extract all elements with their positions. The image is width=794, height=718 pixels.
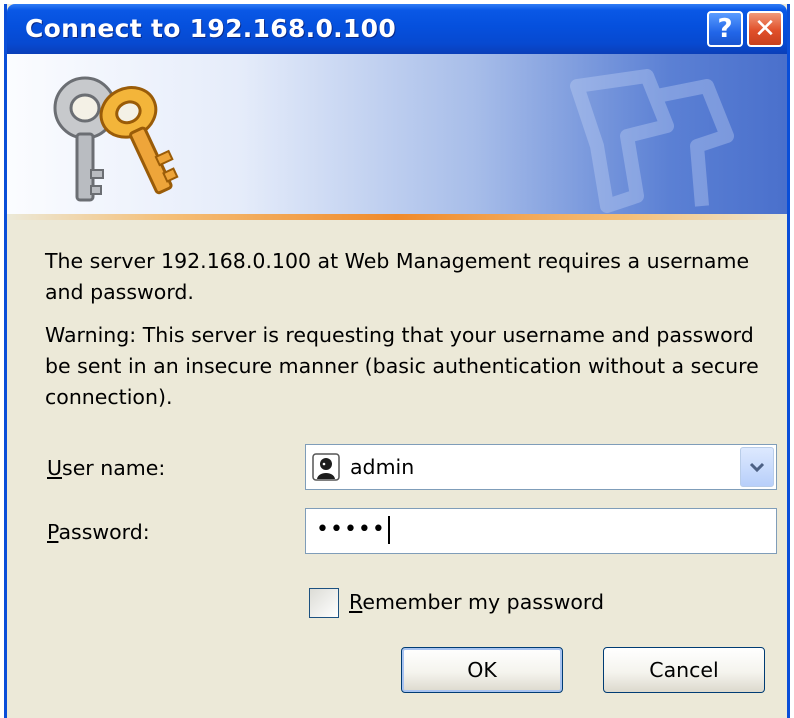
- username-dropdown-button[interactable]: [740, 447, 774, 487]
- security-warning: Warning: This server is requesting that …: [45, 323, 759, 409]
- remember-text: emember my password: [362, 590, 605, 614]
- username-label-text: ser name:: [62, 456, 166, 480]
- password-field[interactable]: •••••: [305, 508, 777, 554]
- password-value: •••••: [316, 516, 390, 544]
- ok-button[interactable]: OK: [401, 647, 563, 693]
- title-bar[interactable]: Connect to 192.168.0.100 ? ✕: [7, 4, 787, 54]
- password-label: Password:: [47, 520, 150, 544]
- remember-password-checkbox[interactable]: [309, 588, 339, 618]
- user-icon: [312, 453, 340, 481]
- server-message: The server 192.168.0.100 at Web Manageme…: [45, 249, 750, 304]
- username-label: User name:: [47, 456, 165, 480]
- username-combobox[interactable]: admin: [305, 444, 777, 490]
- help-icon: ?: [717, 14, 733, 44]
- password-label-text: assword:: [58, 520, 150, 544]
- password-mask: •••••: [316, 517, 386, 542]
- username-label-hotkey: U: [47, 456, 63, 480]
- chevron-down-icon: [749, 462, 765, 473]
- window-title: Connect to 192.168.0.100: [25, 14, 397, 43]
- keys-icon: [53, 76, 179, 202]
- cancel-button[interactable]: Cancel: [603, 647, 765, 693]
- password-label-hotkey: P: [47, 520, 59, 544]
- banner-divider: [7, 214, 787, 220]
- text-caret: [387, 516, 390, 544]
- close-button[interactable]: ✕: [747, 11, 783, 47]
- watermark-keys-icon: [570, 69, 734, 213]
- remember-hotkey: R: [349, 590, 363, 614]
- remember-password-label[interactable]: Remember my password: [349, 590, 604, 614]
- username-value: admin: [350, 455, 415, 479]
- close-icon: ✕: [754, 14, 776, 44]
- help-button[interactable]: ?: [707, 11, 743, 47]
- login-dialog: Connect to 192.168.0.100 ? ✕ The server …: [4, 4, 790, 718]
